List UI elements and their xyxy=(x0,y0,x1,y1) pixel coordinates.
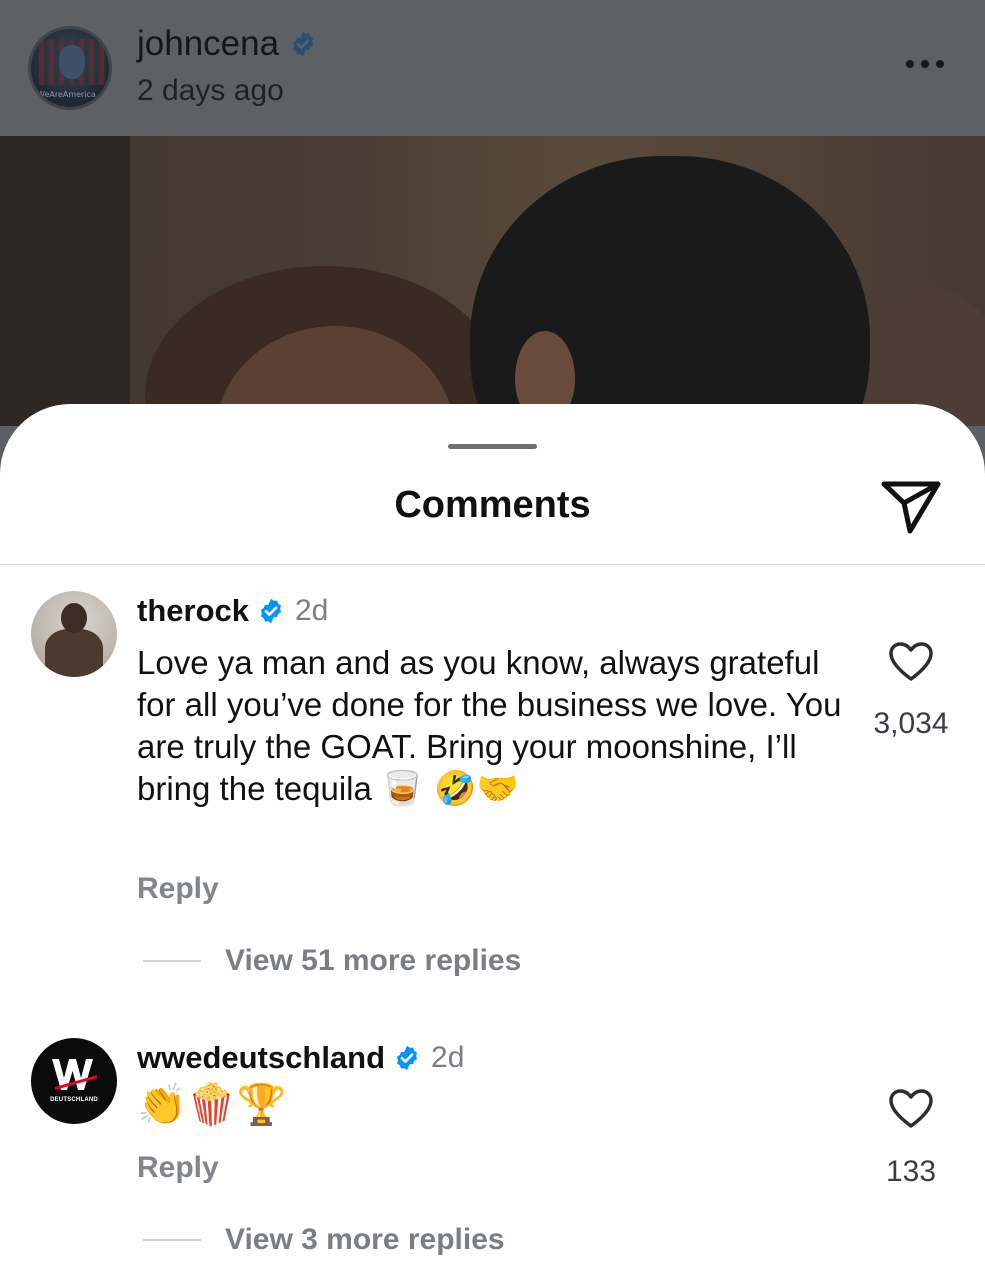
commenter-avatar[interactable] xyxy=(31,591,117,677)
replies-divider-line xyxy=(143,1239,201,1241)
reply-button[interactable]: Reply xyxy=(137,1151,219,1185)
verified-badge-icon xyxy=(293,31,314,57)
commenter-avatar[interactable]: DEUTSCHLAND xyxy=(31,1038,117,1124)
comment-text-block: 👏🍿🏆 xyxy=(137,1084,857,1128)
avatar-caption: WeAreAmerica xyxy=(37,90,96,99)
view-more-replies-label[interactable]: View 3 more replies xyxy=(225,1223,505,1257)
post-header: WeAreAmerica johncena 2 days ago xyxy=(0,0,985,136)
post-author-avatar[interactable]: WeAreAmerica xyxy=(28,26,112,110)
wwe-logo-icon xyxy=(52,1059,97,1090)
verified-badge-icon xyxy=(397,1045,418,1071)
sheet-divider xyxy=(0,564,985,565)
view-more-replies-button[interactable]: View 51 more replies xyxy=(143,944,521,978)
avatar-caption: DEUTSCHLAND xyxy=(50,1097,98,1103)
more-options-icon[interactable] xyxy=(906,60,950,72)
like-count: 133 xyxy=(885,1155,937,1188)
heart-outline-icon[interactable] xyxy=(888,641,934,683)
comment-emoji: 👏🍿🏆 xyxy=(137,1082,287,1128)
comments-sheet: Comments therock 2d Love ya man and as y… xyxy=(0,404,985,1280)
view-more-replies-button[interactable]: View 3 more replies xyxy=(143,1223,505,1257)
commenter-username[interactable]: wwedeutschland xyxy=(137,1040,385,1076)
sheet-title: Comments xyxy=(394,484,591,526)
comment-timestamp: 2d xyxy=(294,594,329,627)
comment-timestamp: 2d xyxy=(431,1041,465,1074)
post-author-username[interactable]: johncena xyxy=(137,24,279,64)
replies-divider-line xyxy=(143,960,201,962)
verified-badge-icon xyxy=(260,598,282,624)
comment-text-block: Love ya man and as you know, always grat… xyxy=(137,642,857,810)
like-count: 3,034 xyxy=(873,707,949,740)
reply-button[interactable]: Reply xyxy=(137,872,219,906)
comment-header: therock 2d xyxy=(137,593,328,629)
comment-emoji: 🥃 🤣🤝 xyxy=(381,769,519,809)
post-photo xyxy=(0,136,985,426)
post-timestamp: 2 days ago xyxy=(137,74,284,107)
commenter-username[interactable]: therock xyxy=(137,593,249,629)
heart-outline-icon[interactable] xyxy=(888,1088,934,1130)
post-author-username-row[interactable]: johncena xyxy=(137,24,317,64)
view-more-replies-label[interactable]: View 51 more replies xyxy=(225,944,521,978)
comment-header: wwedeutschland 2d xyxy=(137,1040,464,1076)
paper-plane-icon[interactable] xyxy=(879,476,943,538)
sheet-grabber-handle[interactable] xyxy=(448,444,537,449)
